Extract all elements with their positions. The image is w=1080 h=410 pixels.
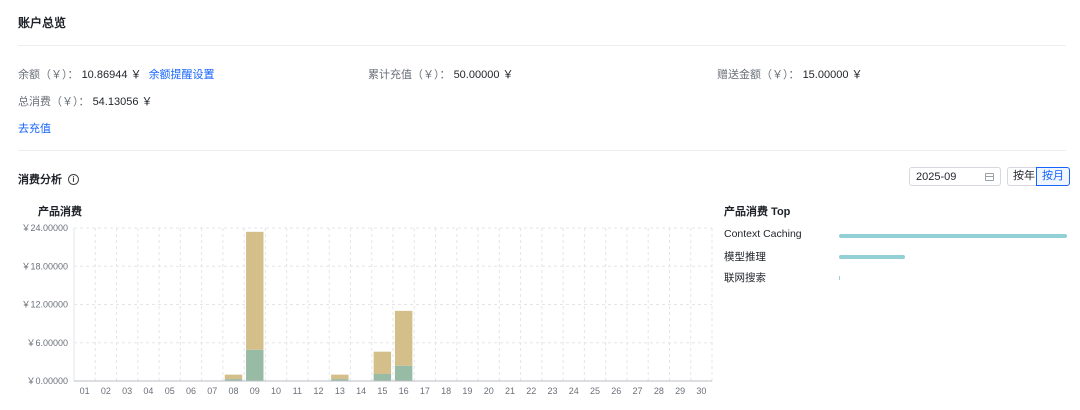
x-tick-label: 12 bbox=[314, 386, 324, 396]
x-tick-label: 28 bbox=[654, 386, 664, 396]
account-overview-page: 账户总览 余额（￥）： 10.86944 ￥ 余额提醒设置 累计充值（￥）： 5… bbox=[0, 0, 1080, 410]
bar-segment bbox=[394, 365, 413, 381]
gift-row: 赠送金额（￥）： 15.00000 ￥ bbox=[717, 66, 863, 82]
month-picker-value: 2025-09 bbox=[916, 170, 957, 183]
x-tick-label: 20 bbox=[484, 386, 494, 396]
mode-month-button[interactable]: 按月 bbox=[1036, 167, 1070, 186]
top-item-label: Context Caching bbox=[724, 228, 802, 240]
top-item-bar bbox=[839, 234, 1067, 238]
x-tick-label: 18 bbox=[441, 386, 451, 396]
y-tick-label: ￥0.00000 bbox=[26, 376, 68, 386]
bar-segment bbox=[246, 231, 264, 350]
x-tick-label: 29 bbox=[675, 386, 685, 396]
top-item-label: 联网搜索 bbox=[724, 272, 766, 284]
y-tick-label: ￥24.00000 bbox=[21, 223, 68, 233]
bar-segment bbox=[373, 351, 392, 374]
top-item-bar bbox=[839, 255, 906, 259]
y-tick-label: ￥6.00000 bbox=[26, 338, 68, 348]
x-tick-label: 23 bbox=[547, 386, 557, 396]
x-tick-label: 24 bbox=[569, 386, 579, 396]
x-tick-label: 07 bbox=[207, 386, 217, 396]
calendar-icon bbox=[985, 172, 994, 181]
x-tick-label: 11 bbox=[293, 386, 302, 396]
top-title: 产品消费 Top bbox=[724, 206, 791, 218]
bar-segment bbox=[373, 373, 392, 381]
x-tick-label: 08 bbox=[228, 386, 238, 396]
month-picker[interactable]: 2025-09 bbox=[909, 167, 1001, 186]
x-tick-label: 21 bbox=[505, 386, 515, 396]
product-spend-chart: ￥0.00000 ￥6.00000 ￥12.00000 ￥18.00000 ￥24.00… bbox=[21, 223, 713, 396]
x-tick-label: 09 bbox=[250, 386, 260, 396]
x-tick-label: 22 bbox=[526, 386, 536, 396]
x-tick-label: 04 bbox=[143, 386, 153, 396]
x-tick-label: 26 bbox=[611, 386, 621, 396]
x-tick-label: 25 bbox=[590, 386, 600, 396]
bar-segment bbox=[224, 374, 243, 380]
x-tick-label: 16 bbox=[399, 386, 409, 396]
x-tick-label: 17 bbox=[420, 386, 430, 396]
x-tick-label: 13 bbox=[335, 386, 345, 396]
x-tick-label: 30 bbox=[696, 386, 706, 396]
top-item-label: 模型推理 bbox=[724, 251, 766, 263]
bar-segment bbox=[331, 374, 349, 380]
x-tick-label: 27 bbox=[633, 386, 643, 396]
x-tick-label: 14 bbox=[356, 386, 366, 396]
bar-segment bbox=[246, 349, 264, 381]
x-tick-label: 15 bbox=[377, 386, 387, 396]
x-tick-label: 02 bbox=[101, 386, 111, 396]
top-item-bar bbox=[839, 276, 840, 280]
bar-segment bbox=[394, 310, 413, 366]
x-tick-label: 19 bbox=[462, 386, 472, 396]
x-tick-label: 05 bbox=[165, 386, 175, 396]
gift-value: 15.00000 ￥ bbox=[802, 69, 863, 81]
x-tick-label: 01 bbox=[80, 386, 90, 396]
x-tick-label: 03 bbox=[122, 386, 132, 396]
gift-label: 赠送金额（￥）： bbox=[717, 69, 800, 81]
y-tick-label: ￥12.00000 bbox=[21, 300, 68, 310]
y-tick-label: ￥18.00000 bbox=[21, 261, 68, 271]
x-tick-label: 06 bbox=[186, 386, 196, 396]
x-tick-label: 10 bbox=[271, 386, 281, 396]
